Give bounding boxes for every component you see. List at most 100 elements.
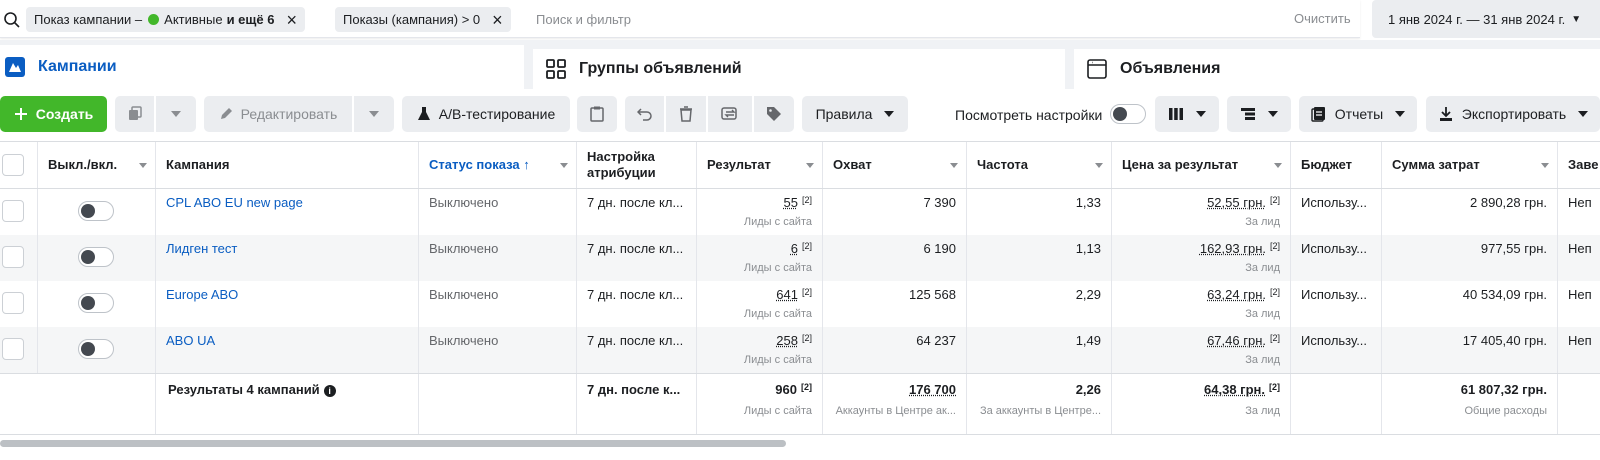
toggle-knob — [81, 342, 95, 356]
campaign-name-cell: CPL ABO EU new page — [156, 189, 419, 235]
result-value[interactable]: 6 — [791, 241, 798, 256]
close-icon[interactable]: × — [492, 11, 503, 29]
campaign-name-link[interactable]: CPL ABO EU new page — [166, 195, 303, 210]
header-toggle[interactable]: Выкл./вкл. — [38, 142, 156, 188]
view-settings-toggle[interactable] — [1110, 104, 1146, 124]
info-icon[interactable]: i — [323, 384, 336, 397]
campaign-on-off-toggle[interactable] — [78, 247, 114, 267]
tag-button[interactable] — [754, 96, 794, 132]
clipboard-icon — [590, 106, 604, 122]
flask-icon — [417, 107, 430, 120]
header-delivery-status[interactable]: Статус показа ↑ — [419, 142, 577, 188]
campaign-on-off-toggle[interactable] — [78, 201, 114, 221]
select-all-checkbox[interactable] — [2, 154, 24, 176]
campaign-on-off-toggle[interactable] — [78, 293, 114, 313]
delete-button[interactable] — [666, 96, 706, 132]
edit-dropdown-button[interactable] — [354, 96, 394, 132]
header-label: Кампания — [166, 157, 230, 172]
filter-chip-impressions[interactable]: Показы (кампания) > 0 × — [335, 7, 511, 32]
header-campaign[interactable]: Кампания — [156, 142, 419, 188]
campaign-name-link[interactable]: ABO UA — [166, 333, 215, 348]
frequency-cell: 1,33 — [967, 189, 1112, 235]
transfer-icon — [721, 107, 737, 120]
budget-cell: Использу... — [1291, 281, 1382, 327]
edit-button[interactable]: Редактировать — [204, 96, 352, 132]
result-value[interactable]: 55 — [784, 195, 798, 210]
columns-button[interactable] — [1155, 96, 1219, 132]
campaign-on-off-toggle[interactable] — [78, 339, 114, 359]
delivery-status-cell: Выключено — [419, 235, 577, 281]
row-checkbox[interactable] — [2, 292, 24, 314]
clipboard-button[interactable] — [577, 96, 617, 132]
undo-button[interactable] — [625, 96, 664, 132]
transfer-button[interactable] — [708, 96, 752, 132]
cpr-cell: 52,55 грн. [2] За лид — [1112, 189, 1291, 235]
duplicate-dropdown-button[interactable] — [156, 96, 196, 132]
table-row[interactable]: Лидген тест Выключено 7 дн. после кл... 6 [2… — [0, 235, 1600, 281]
view-settings-label: Посмотреть настройки — [955, 107, 1103, 123]
result-value[interactable]: 258 — [776, 333, 798, 348]
header-budget[interactable]: Бюджет — [1291, 142, 1382, 188]
ab-test-button[interactable]: A/B-тестирование — [402, 96, 570, 132]
horizontal-scrollbar[interactable] — [0, 440, 786, 447]
row-select-cell — [0, 281, 38, 327]
reports-button[interactable]: Отчеты — [1299, 96, 1417, 132]
clear-filters-link[interactable]: Очистить — [1294, 11, 1351, 26]
table-row[interactable]: Europe ABO Выключено 7 дн. после кл... 641[… — [0, 281, 1600, 327]
columns-icon — [1169, 108, 1183, 120]
row-select-cell — [0, 327, 38, 373]
tab-ads[interactable]: Объявления — [1074, 49, 1600, 89]
close-icon[interactable]: × — [286, 11, 297, 29]
header-label: Охват — [833, 157, 872, 172]
delivery-status-cell: Выключено — [419, 327, 577, 373]
row-checkbox[interactable] — [2, 200, 24, 222]
row-checkbox[interactable] — [2, 246, 24, 268]
cpr-value[interactable]: 162,93 грн. — [1200, 241, 1266, 256]
result-sub: Лиды с сайта — [743, 354, 812, 366]
reach-cell: 125 568 — [823, 281, 967, 327]
totals-label: Результаты 4 кампаний i — [156, 374, 419, 434]
ad-icon — [1086, 58, 1108, 80]
export-button[interactable]: Экспортировать — [1426, 96, 1600, 132]
header-amount-spent[interactable]: Сумма затрат — [1382, 142, 1558, 188]
totals-frequency-value: 2,26 — [1075, 382, 1101, 397]
date-range-picker[interactable]: 1 янв 2024 г. — 31 янв 2024 г. ▼ — [1372, 0, 1600, 38]
attribution-cell: 7 дн. после кл... — [577, 327, 697, 373]
filter-bar: Показ кампании – Активные и ещё 6 × Пока… — [0, 0, 1600, 40]
header-frequency[interactable]: Частота — [967, 142, 1112, 188]
header-label: Статус показа ↑ — [429, 157, 530, 172]
spend-cell: 977,55 грн. — [1382, 235, 1558, 281]
cpr-value[interactable]: 52,55 грн. — [1207, 195, 1266, 210]
duplicate-button[interactable] — [115, 96, 154, 132]
rules-button[interactable]: Правила — [802, 96, 908, 132]
search-input[interactable] — [536, 8, 836, 30]
row-checkbox[interactable] — [2, 338, 24, 360]
header-reach[interactable]: Охват — [823, 142, 967, 188]
campaign-name-link[interactable]: Лидген тест — [166, 241, 237, 256]
result-cell: 641 [2] Лиды с сайта — [697, 281, 823, 327]
grid-icon — [545, 58, 567, 80]
tab-campaigns[interactable]: Кампании — [0, 45, 524, 89]
cpr-value[interactable]: 63,24 грн. — [1207, 287, 1266, 302]
result-value[interactable]: 641 — [776, 287, 798, 302]
totals-ends-cell — [1558, 374, 1600, 434]
download-icon — [1439, 107, 1452, 121]
table-row[interactable]: CPL ABO EU new page Выключено 7 дн. после … — [0, 189, 1600, 235]
create-button[interactable]: Создать — [0, 96, 107, 132]
tab-ad-sets[interactable]: Группы объявлений — [533, 49, 1065, 89]
chevron-down-icon — [1196, 111, 1206, 117]
filter-chip-delivery[interactable]: Показ кампании – Активные и ещё 6 × — [26, 7, 305, 32]
date-range-label: 1 янв 2024 г. — 31 янв 2024 г. — [1388, 11, 1566, 27]
table-row[interactable]: ABO UA Выключено 7 дн. после кл... 258 [2] Ли… — [0, 327, 1600, 373]
header-result[interactable]: Результат — [697, 142, 823, 188]
header-ends[interactable]: Заве — [1558, 142, 1600, 188]
header-label: Выкл./вкл. — [48, 157, 118, 172]
chevron-down-icon — [171, 111, 181, 117]
campaign-name-link[interactable]: Europe ABO — [166, 287, 238, 302]
trash-icon — [680, 106, 692, 122]
breakdown-button[interactable] — [1227, 96, 1291, 132]
header-cost-per-result[interactable]: Цена за результат — [1112, 142, 1291, 188]
cpr-sub: За лид — [1245, 262, 1280, 274]
header-attribution[interactable]: Настройка атрибуции — [577, 142, 697, 188]
cpr-value[interactable]: 67,46 грн. — [1207, 333, 1266, 348]
